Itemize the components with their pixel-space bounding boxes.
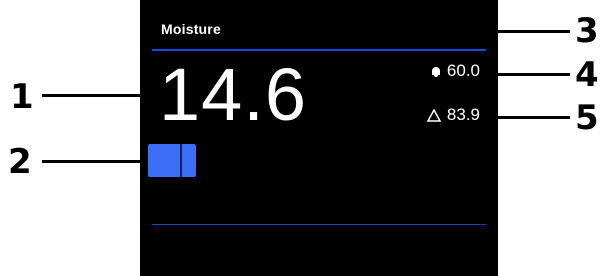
high-limit-value: 60.0: [446, 61, 480, 80]
callout-line-2: [42, 160, 148, 163]
callout-number-2: 2: [8, 142, 32, 182]
deviation-limit-value: 83.9: [446, 105, 480, 124]
footer-divider: [152, 224, 486, 225]
callout-number-3: 3: [575, 11, 599, 51]
callout-line-1: [42, 94, 140, 97]
callout-number-4: 4: [575, 55, 599, 95]
delta-icon: [426, 108, 441, 122]
header-divider: [152, 49, 486, 51]
callout-line-5: [486, 116, 570, 119]
bell-icon: [431, 66, 441, 77]
high-limit: 60.0: [431, 61, 480, 81]
deviation-limit: 83.9: [426, 105, 480, 125]
annotated-figure: Moisture 14.6 60.0 83.9 1 2 3 4 5: [0, 0, 607, 276]
callout-line-4: [486, 73, 570, 76]
primary-value: 14.6: [159, 53, 308, 136]
callout-number-5: 5: [575, 98, 599, 138]
callout-number-1: 1: [10, 77, 34, 117]
panel-title: Moisture: [161, 21, 221, 37]
callout-line-3: [470, 30, 570, 33]
indicator-divider: [180, 144, 182, 177]
measurement-panel: Moisture 14.6 60.0 83.9: [140, 0, 498, 276]
level-indicator-bar: [148, 144, 196, 177]
